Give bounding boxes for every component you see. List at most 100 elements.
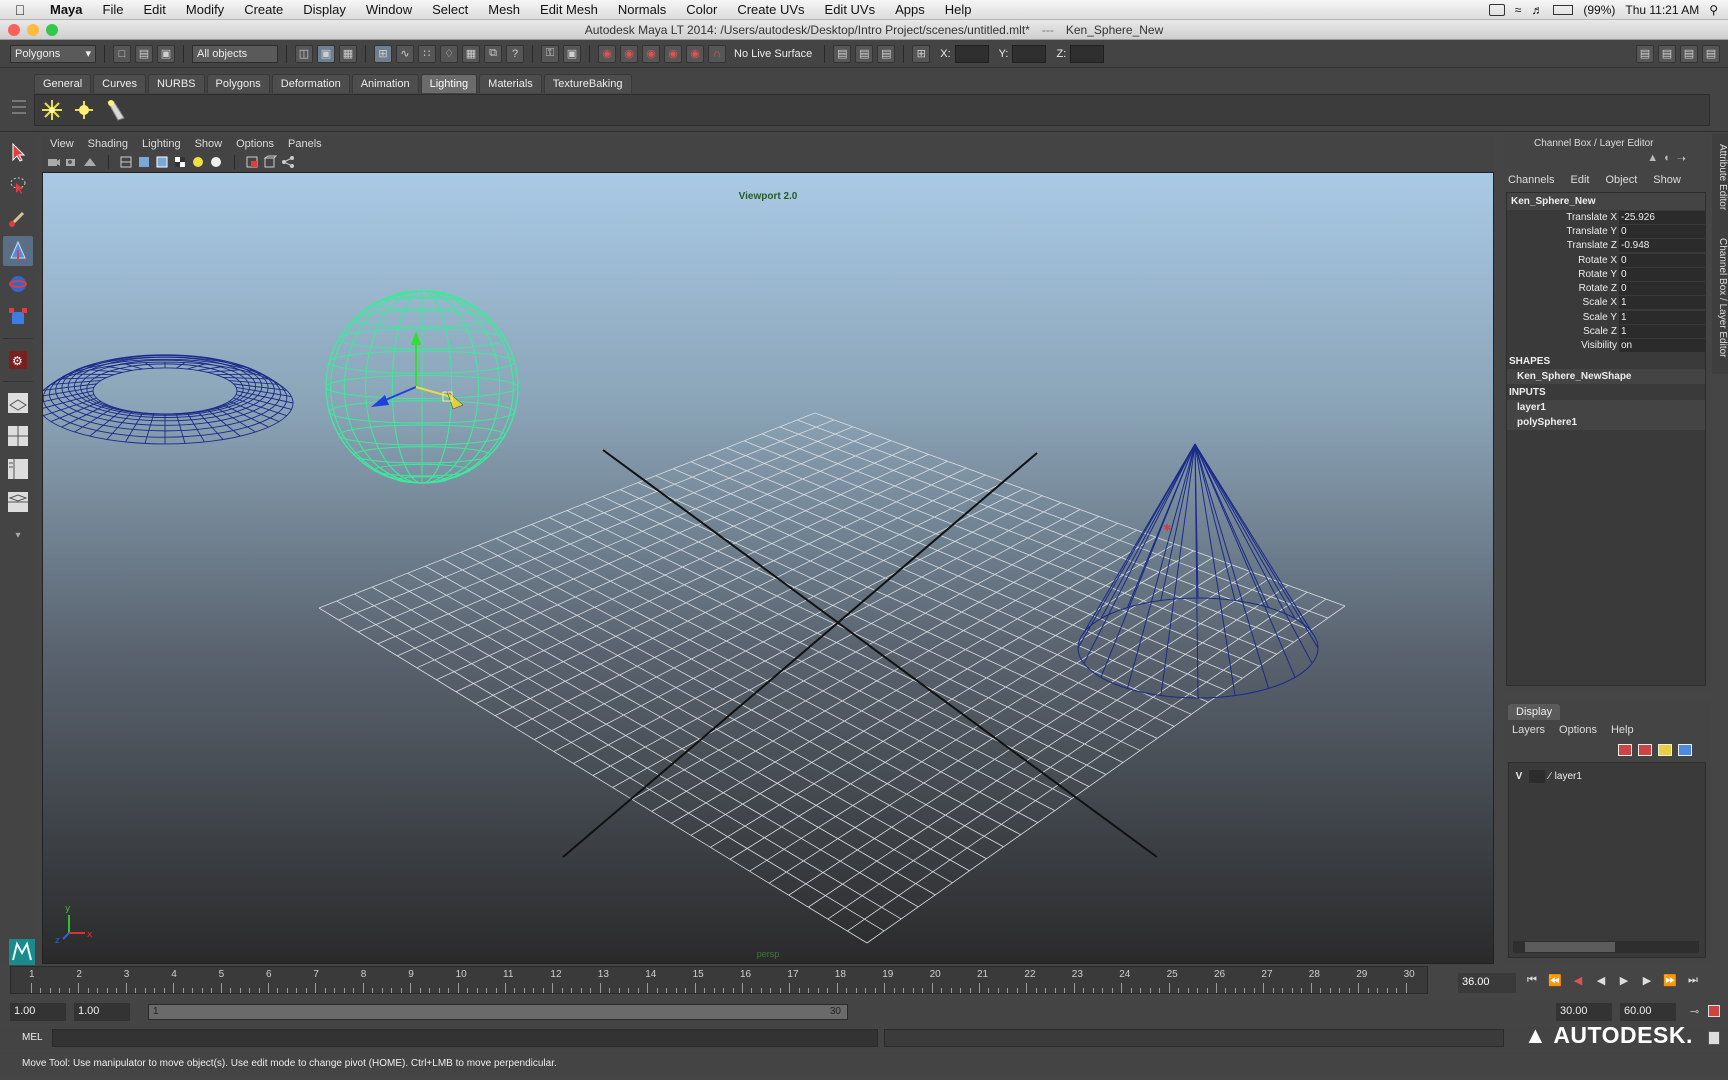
attr-row[interactable]: Scale Y1: [1507, 310, 1705, 324]
layer-menu-help[interactable]: Help: [1611, 724, 1634, 736]
range-slider[interactable]: 1 30: [148, 1004, 848, 1020]
shape-node[interactable]: Ken_Sphere_NewShape: [1507, 368, 1705, 384]
channel-box-menu-edit[interactable]: Edit: [1570, 174, 1589, 186]
layer-menu-layers[interactable]: Layers: [1512, 724, 1545, 736]
pin-icon[interactable]: ➝: [1677, 152, 1686, 165]
attr-row[interactable]: Rotate X0: [1507, 253, 1705, 267]
panel-menu-options[interactable]: Options: [236, 138, 274, 150]
shelf-grip-icon[interactable]: [12, 96, 26, 126]
step-forward-key-icon[interactable]: ⏩: [1662, 972, 1678, 988]
shelf-tab-polygons[interactable]: Polygons: [206, 74, 270, 93]
menu-create-uvs[interactable]: Create UVs: [727, 2, 814, 17]
attr-value[interactable]: 0: [1619, 224, 1705, 238]
shelf-tab-general[interactable]: General: [34, 74, 92, 93]
sphere-object[interactable]: [325, 290, 519, 484]
channel-box-menu-object[interactable]: Object: [1605, 174, 1637, 186]
lasso-tool-icon[interactable]: [3, 170, 33, 200]
render-icon[interactable]: ◉: [620, 44, 638, 63]
shelf-tab-curves[interactable]: Curves: [93, 74, 146, 93]
rotate-tool-icon[interactable]: [3, 269, 33, 299]
menu-window[interactable]: Window: [356, 2, 422, 17]
shelf-tab-texturebaking[interactable]: TextureBaking: [543, 74, 632, 93]
attr-row[interactable]: Scale Z1: [1507, 324, 1705, 339]
step-back-key-icon[interactable]: ⏪: [1547, 972, 1563, 988]
scale-tool-icon[interactable]: [3, 302, 33, 332]
menu-mesh[interactable]: Mesh: [478, 2, 530, 17]
shelf-tab-materials[interactable]: Materials: [479, 74, 542, 93]
menu-edit[interactable]: Edit: [133, 2, 175, 17]
construction-history-icon[interactable]: ◉: [598, 44, 616, 63]
panel-menu-panels[interactable]: Panels: [288, 138, 322, 150]
battery-icon[interactable]: [1553, 5, 1574, 15]
outliner-layout-icon[interactable]: [3, 454, 33, 484]
layer-name[interactable]: layer1: [1555, 771, 1582, 782]
app-menu[interactable]: Maya: [40, 2, 93, 17]
attr-value[interactable]: 1: [1619, 296, 1705, 310]
magnet-icon[interactable]: ∩: [708, 44, 726, 63]
share-icon[interactable]: [280, 154, 296, 170]
auto-key-icon[interactable]: ⊸: [1690, 1005, 1699, 1018]
menu-select[interactable]: Select: [422, 2, 478, 17]
step-back-frame-icon[interactable]: ◀: [1570, 972, 1586, 988]
attr-value[interactable]: 0: [1619, 282, 1705, 296]
volume-icon[interactable]: ♬: [1531, 3, 1543, 17]
bookmark-icon[interactable]: [64, 154, 80, 170]
persp-graph-layout-icon[interactable]: [3, 487, 33, 517]
panel-menu-shading[interactable]: Shading: [88, 138, 128, 150]
toggle-panel-icon[interactable]: ▤: [833, 44, 852, 63]
attribute-editor-tab[interactable]: Attribute Editor: [1714, 144, 1728, 210]
script-editor-icon[interactable]: [1708, 1031, 1720, 1045]
range-slider-start[interactable]: 1: [153, 1006, 159, 1017]
time-slider[interactable]: 1 2 3 4 5 6 7 8 9 10 11 12 13 14 15 16 17 18 19 20 21 22 23 24 2…: [10, 966, 1428, 994]
menu-help[interactable]: Help: [935, 2, 982, 17]
attr-row[interactable]: Translate Y0: [1507, 224, 1705, 238]
attribute-editor-icon[interactable]: ▤: [877, 44, 896, 63]
select-hierarchy-icon[interactable]: ◫: [295, 44, 313, 63]
playback-end-time-field[interactable]: 30.00: [1556, 1003, 1612, 1021]
paint-select-tool-icon[interactable]: [3, 203, 33, 233]
save-scene-icon[interactable]: ▣: [157, 44, 175, 63]
scene-canvas[interactable]: ✱ y x z: [43, 173, 1494, 964]
use-all-lights-icon[interactable]: [190, 154, 206, 170]
point-light-icon[interactable]: [71, 97, 97, 123]
layer-color-swatch-icon[interactable]: ∕: [1549, 771, 1551, 782]
layer-visibility-toggle[interactable]: V: [1509, 771, 1529, 782]
outliner-icon[interactable]: ▤: [855, 44, 874, 63]
textured-icon[interactable]: [172, 154, 188, 170]
current-time-field[interactable]: 36.00: [1458, 973, 1516, 993]
wireframe-icon[interactable]: [118, 154, 134, 170]
attr-value[interactable]: -25.926: [1619, 210, 1705, 224]
shadows-icon[interactable]: [208, 154, 224, 170]
input-node[interactable]: polySphere1: [1507, 414, 1705, 430]
channel-box-menu-channels[interactable]: Channels: [1508, 174, 1554, 186]
shelf-tab-lighting[interactable]: Lighting: [420, 74, 478, 93]
command-input[interactable]: [52, 1029, 878, 1047]
menu-file[interactable]: File: [93, 2, 134, 17]
layout-options-icon[interactable]: ▾: [3, 520, 33, 550]
attr-value[interactable]: 0: [1619, 253, 1705, 267]
spot-light-icon[interactable]: [103, 97, 129, 123]
transform-mode-icon[interactable]: ⊞: [912, 44, 931, 63]
mel-label[interactable]: MEL: [22, 1032, 43, 1043]
channel-box-menu-show[interactable]: Show: [1653, 174, 1681, 186]
layer-template-toggle[interactable]: [1529, 769, 1545, 783]
select-camera-icon[interactable]: ▣: [563, 44, 581, 63]
display-layers-tab[interactable]: Display: [1508, 704, 1561, 720]
render-settings-icon[interactable]: ◉: [664, 44, 682, 63]
menu-modify[interactable]: Modify: [176, 2, 234, 17]
screen-record-icon[interactable]: [1488, 4, 1505, 16]
open-scene-icon[interactable]: ▤: [135, 44, 153, 63]
layer-options-icon[interactable]: [1678, 744, 1692, 756]
smooth-shade-icon[interactable]: [136, 154, 152, 170]
move-manipulator[interactable]: [371, 331, 464, 410]
select-component-icon[interactable]: ▦: [339, 44, 357, 63]
help-icon[interactable]: ?: [506, 44, 524, 63]
play-forwards-icon[interactable]: ▶: [1616, 972, 1632, 988]
attr-value[interactable]: 0: [1619, 267, 1705, 281]
clock[interactable]: Thu 11:21 AM: [1625, 3, 1699, 17]
camera-attributes-icon[interactable]: [46, 154, 62, 170]
select-object-icon[interactable]: ▣: [317, 44, 335, 63]
snap-point-icon[interactable]: ∷: [418, 44, 436, 63]
range-slider-end[interactable]: 30: [830, 1006, 841, 1017]
snap-view-plane-icon[interactable]: ♢: [440, 44, 458, 63]
